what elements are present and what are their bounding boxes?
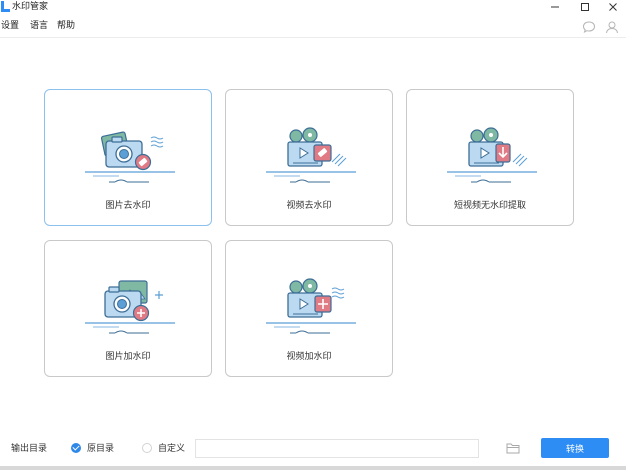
close-icon [609, 3, 617, 11]
card-short-video-extract[interactable]: 短视频无水印提取 [406, 89, 574, 226]
menu-help[interactable]: 帮助 [57, 20, 75, 32]
minimize-button[interactable] [542, 0, 568, 14]
radio-custom-dir-label[interactable]: 自定义 [158, 443, 185, 455]
menu-bar: 设置 语言 帮助 [0, 17, 626, 35]
card-photo-remove-watermark[interactable]: 图片去水印 [44, 89, 212, 226]
output-path-input[interactable] [195, 439, 479, 458]
short-video-extract-icon [447, 127, 537, 183]
menu-settings[interactable]: 设置 [1, 20, 19, 32]
user-icon[interactable] [605, 20, 619, 34]
app-title: 水印管家 [12, 2, 49, 12]
card-video-add-watermark[interactable]: 视频加水印 [225, 240, 393, 377]
menu-divider [0, 37, 626, 38]
output-bar: 输出目录 原目录 自定义 转换 [0, 432, 626, 462]
minimize-icon [551, 6, 559, 8]
maximize-icon [581, 3, 589, 11]
radio-source-dir-label[interactable]: 原目录 [87, 443, 114, 455]
card-label: 图片去水印 [105, 201, 151, 211]
video-remove-watermark-icon [266, 127, 356, 183]
video-add-watermark-icon [266, 278, 356, 334]
chat-icon[interactable] [582, 20, 596, 34]
card-photo-add-watermark[interactable]: 图片加水印 [44, 240, 212, 377]
menu-language[interactable]: 语言 [30, 20, 48, 32]
title-bar: 水印管家 [0, 0, 626, 14]
card-label: 视频去水印 [286, 201, 332, 211]
status-bar [0, 466, 626, 470]
convert-button[interactable]: 转换 [541, 438, 609, 458]
folder-icon[interactable] [506, 442, 520, 454]
card-video-remove-watermark[interactable]: 视频去水印 [225, 89, 393, 226]
app-logo-icon [1, 1, 10, 12]
card-label: 短视频无水印提取 [453, 201, 526, 211]
photo-remove-watermark-icon [85, 131, 175, 183]
output-dir-label: 输出目录 [11, 444, 48, 454]
radio-custom-dir[interactable] [142, 443, 152, 453]
maximize-button[interactable] [572, 0, 598, 14]
radio-source-dir[interactable] [71, 443, 81, 453]
photo-add-watermark-icon [85, 280, 175, 334]
card-label: 视频加水印 [286, 352, 332, 362]
close-button[interactable] [600, 0, 626, 14]
card-label: 图片加水印 [105, 352, 151, 362]
